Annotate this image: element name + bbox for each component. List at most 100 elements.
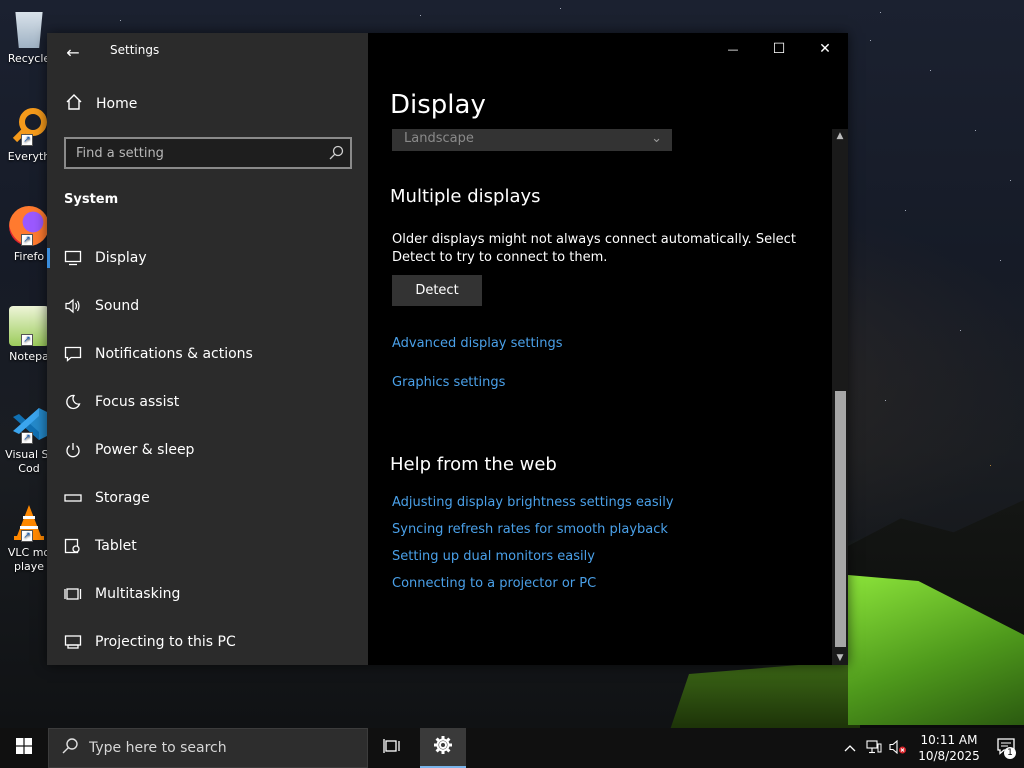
home-icon — [64, 93, 84, 115]
notepad-icon: ↗ — [9, 306, 49, 346]
orientation-dropdown[interactable]: Landscape ⌄ — [392, 129, 672, 151]
clock[interactable]: 10:11 AM 10/8/2025 — [914, 732, 984, 764]
sidebar-item-label: Multitasking — [95, 586, 181, 602]
vscode-icon: ↗ — [9, 404, 49, 444]
back-button[interactable]: ← — [59, 39, 87, 67]
sidebar-item-notifications[interactable]: Notifications & actions — [47, 330, 368, 378]
shortcut-arrow-icon: ↗ — [21, 432, 33, 444]
multiple-displays-heading: Multiple displays — [390, 186, 541, 207]
shortcut-arrow-icon: ↗ — [21, 234, 33, 246]
sidebar-item-display[interactable]: Display — [47, 234, 368, 282]
desktop-icon-label: Notepa — [9, 350, 49, 363]
taskbar-search — [48, 728, 368, 768]
sidebar-item-label: Notifications & actions — [95, 346, 253, 362]
sidebar-item-projecting[interactable]: Projecting to this PC — [47, 618, 368, 666]
tray-overflow-button[interactable] — [838, 728, 862, 768]
detect-button[interactable]: Detect — [392, 275, 482, 306]
home-label: Home — [96, 96, 138, 112]
sidebar-item-label: Tablet — [95, 538, 137, 554]
start-button[interactable] — [0, 728, 48, 768]
taskbar-settings-app[interactable] — [420, 728, 466, 768]
power-icon — [64, 441, 82, 459]
speaker-icon — [64, 297, 82, 315]
sidebar-item-label: Storage — [95, 490, 150, 506]
volume-muted-icon — [889, 739, 907, 757]
network-icon — [866, 739, 882, 757]
help-link-projector[interactable]: Connecting to a projector or PC — [392, 576, 596, 591]
sidebar-item-focus-assist[interactable]: Focus assist — [47, 378, 368, 426]
settings-content: — ☐ ✕ Display Landscape ⌄ Multiple displ… — [368, 33, 848, 665]
multiple-displays-description: Older displays might not always connect … — [392, 232, 796, 265]
multitasking-icon — [64, 585, 82, 603]
scroll-thumb[interactable] — [835, 391, 846, 647]
minimize-icon: — — [727, 42, 739, 56]
sidebar-item-label: Power & sleep — [95, 442, 195, 458]
sidebar-item-label: Sound — [95, 298, 140, 314]
advanced-display-settings-link[interactable]: Advanced display settings — [392, 336, 562, 351]
orientation-value: Landscape — [404, 131, 474, 146]
chevron-up-icon — [844, 741, 856, 755]
recycle-bin-icon — [15, 12, 43, 48]
minimize-button[interactable]: — — [710, 33, 756, 65]
network-button[interactable] — [862, 728, 886, 768]
shortcut-arrow-icon: ↗ — [21, 134, 33, 146]
taskbar: 10:11 AM 10/8/2025 1 — [0, 728, 1024, 768]
help-link-refresh-rates[interactable]: Syncing refresh rates for smooth playbac… — [392, 522, 668, 537]
system-tray: 10:11 AM 10/8/2025 1 — [838, 728, 1024, 768]
search-icon — [61, 737, 81, 759]
sidebar-item-storage[interactable]: Storage — [47, 474, 368, 522]
monitor-icon — [64, 249, 82, 267]
desktop-icon-label: Firefo — [13, 250, 45, 263]
chevron-down-icon: ⌄ — [651, 131, 662, 146]
maximize-icon: ☐ — [772, 41, 786, 57]
moon-icon — [64, 393, 82, 411]
task-view-button[interactable] — [372, 728, 412, 768]
wallpaper-ground — [670, 660, 860, 728]
shortcut-arrow-icon: ↗ — [21, 530, 33, 542]
help-link-dual-monitors[interactable]: Setting up dual monitors easily — [392, 549, 595, 564]
sidebar-nav: Display Sound Notifications & actions Fo… — [47, 234, 368, 666]
windows-logo-icon — [16, 738, 32, 758]
sidebar-item-tablet[interactable]: Tablet — [47, 522, 368, 570]
volume-button[interactable] — [886, 728, 910, 768]
scroll-down-icon[interactable]: ▼ — [832, 651, 848, 665]
scroll-up-icon[interactable]: ▲ — [832, 129, 848, 143]
close-button[interactable]: ✕ — [802, 33, 848, 65]
section-label-system: System — [64, 192, 119, 207]
window-controls: — ☐ ✕ — [710, 33, 848, 65]
projector-icon — [64, 633, 82, 651]
taskbar-search-input[interactable] — [89, 740, 329, 756]
home-link[interactable]: Home — [64, 93, 137, 115]
close-icon: ✕ — [819, 41, 831, 57]
sidebar-item-label: Focus assist — [95, 394, 180, 410]
vlc-cone-icon: ↗ — [9, 502, 49, 542]
action-center-button[interactable]: 1 — [988, 728, 1024, 768]
help-link-brightness[interactable]: Adjusting display brightness settings ea… — [392, 495, 674, 510]
content-scrollbar[interactable]: ▲ ▼ — [832, 129, 848, 665]
maximize-button[interactable]: ☐ — [756, 33, 802, 65]
sidebar-item-sound[interactable]: Sound — [47, 282, 368, 330]
graphics-settings-link[interactable]: Graphics settings — [392, 375, 505, 390]
desktop-icon-label: Visual St Cod — [5, 448, 53, 475]
sidebar-item-label: Projecting to this PC — [95, 634, 236, 650]
tablet-icon — [64, 537, 82, 555]
search-icon[interactable] — [328, 145, 344, 161]
desktop-icon-label: Everyth — [7, 150, 51, 163]
settings-window: ← Settings Home System Display — [47, 33, 848, 665]
sidebar-item-label: Display — [95, 250, 147, 266]
task-view-icon — [383, 738, 401, 758]
notification-count-badge: 1 — [1004, 747, 1016, 759]
shortcut-arrow-icon: ↗ — [21, 334, 33, 346]
everything-search-icon: ↗ — [9, 106, 49, 146]
gear-icon — [433, 735, 453, 759]
back-arrow-icon: ← — [66, 43, 80, 62]
find-setting-input[interactable] — [66, 139, 350, 167]
sidebar-item-multitasking[interactable]: Multitasking — [47, 570, 368, 618]
page-title: Display — [390, 90, 486, 120]
find-setting-search — [64, 137, 352, 169]
sidebar-item-power-sleep[interactable]: Power & sleep — [47, 426, 368, 474]
desktop-icon-label: VLC mo playe — [7, 546, 51, 573]
firefox-icon: ↗ — [9, 206, 49, 246]
notification-icon — [64, 345, 82, 363]
clock-time: 10:11 AM — [920, 733, 978, 747]
